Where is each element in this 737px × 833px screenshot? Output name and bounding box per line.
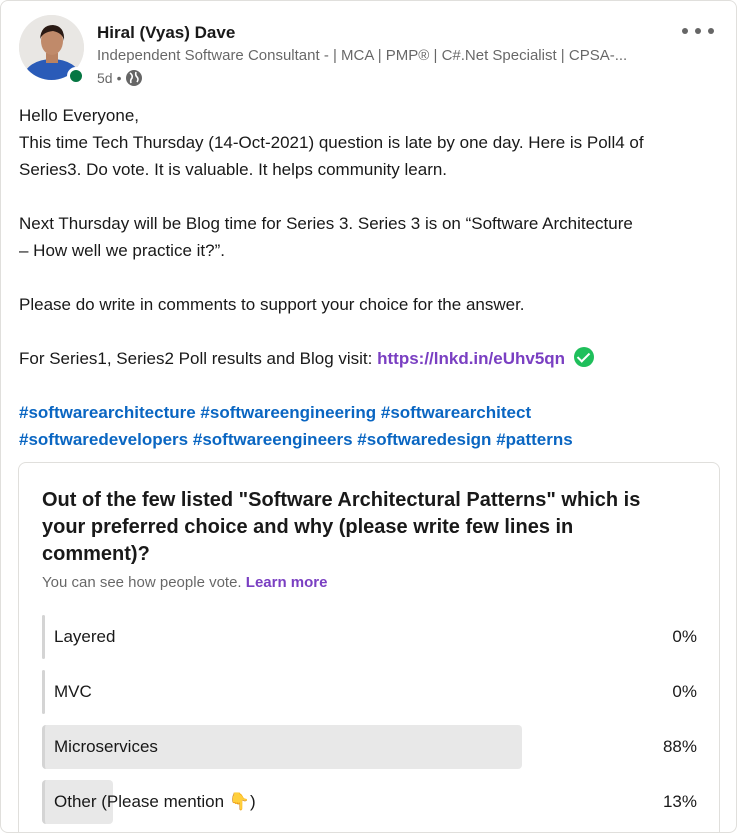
learn-more-link[interactable]: Learn more: [246, 574, 328, 591]
online-status-indicator: [67, 67, 85, 85]
poll-question-line: comment)?: [42, 543, 150, 565]
more-options-icon[interactable]: [682, 19, 714, 43]
poll-question-line: Out of the few listed "Software Architec…: [42, 489, 641, 511]
poll-option-label: MVC: [54, 682, 92, 701]
poll-question: Out of the few listed "Software Architec…: [42, 487, 682, 568]
post-line-5: – How well we practice it?”.: [19, 241, 225, 260]
poll-option-percent: 88%: [662, 737, 697, 756]
post-line-6: Please do write in comments to support y…: [19, 295, 525, 314]
hashtag-link[interactable]: #softwaredevelopers: [19, 430, 188, 449]
post-link[interactable]: https://lnkd.in/eUhv5qn: [377, 349, 565, 368]
post-meta: 5d •: [97, 69, 143, 87]
poll-option-layered[interactable]: Layered 0%: [42, 615, 697, 659]
author-headline: Independent Software Consultant - | MCA …: [97, 47, 628, 64]
poll-option-percent: 0%: [672, 627, 697, 646]
poll-option-mvc[interactable]: MVC 0%: [42, 670, 697, 714]
poll-option-label: Other (Please mention 👇): [54, 792, 256, 811]
poll-visibility-note: You can see how people vote. Learn more: [42, 574, 327, 591]
poll-option-fill: [42, 670, 45, 714]
check-circle-icon: [573, 347, 594, 367]
post-card: Hiral (Vyas) Dave Independent Software C…: [0, 0, 737, 833]
author-name[interactable]: Hiral (Vyas) Dave: [97, 23, 235, 43]
hashtag-link[interactable]: #softwareengineering: [200, 403, 376, 422]
poll-option-other[interactable]: Other (Please mention 👇) 13%: [42, 780, 697, 824]
post-line-1: Hello Everyone,: [19, 106, 140, 125]
hashtag-link[interactable]: #patterns: [496, 430, 573, 449]
poll-option-label: Layered: [54, 627, 116, 646]
hashtags-row-1: #softwarearchitecture #softwareengineeri…: [19, 399, 531, 426]
hashtag-link[interactable]: #softwarearchitect: [381, 403, 531, 422]
globe-icon: [126, 70, 143, 86]
poll-option-percent: 13%: [662, 792, 697, 811]
hashtag-link[interactable]: #softwaredesign: [357, 430, 491, 449]
post-age: 5d: [97, 70, 113, 86]
poll-option-microservices[interactable]: Microservices 88%: [42, 725, 697, 769]
post-line-4: Next Thursday will be Blog time for Seri…: [19, 214, 633, 233]
poll-option-label: Microservices: [54, 737, 158, 756]
post-line-7-prefix: For Series1, Series2 Poll results and Bl…: [19, 349, 373, 368]
poll-card: Out of the few listed "Software Architec…: [18, 462, 720, 832]
hashtags-row-2: #softwaredevelopers #softwareengineers #…: [19, 426, 573, 453]
poll-option-fill: [42, 615, 45, 659]
meta-separator: •: [116, 70, 122, 86]
post-line-3: Series3. Do vote. It is valuable. It hel…: [19, 160, 448, 179]
hashtag-link[interactable]: #softwarearchitecture: [19, 403, 196, 422]
poll-option-percent: 0%: [672, 682, 697, 701]
poll-note-text: You can see how people vote.: [42, 574, 242, 591]
post-line-2: This time Tech Thursday (14-Oct-2021) qu…: [19, 133, 644, 152]
poll-question-line: your preferred choice and why (please wr…: [42, 516, 574, 538]
post-line-7: For Series1, Series2 Poll results and Bl…: [19, 345, 594, 372]
hashtag-link[interactable]: #softwareengineers: [193, 430, 353, 449]
